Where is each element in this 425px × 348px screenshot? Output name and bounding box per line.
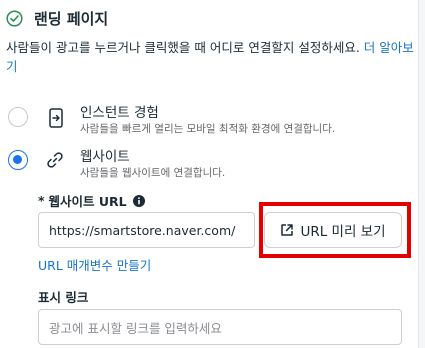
scrollbar[interactable]: [418, 0, 425, 348]
highlight-box: [259, 202, 411, 258]
option-title-instant: 인스턴트 경험: [80, 105, 159, 121]
website-url-input[interactable]: https://smartstore.naver.com/: [38, 212, 255, 248]
option-subtitle-website: 사람들을 웹사이트에 연결합니다.: [80, 167, 226, 179]
section-title: 랜딩 페이지: [34, 10, 109, 28]
description-text: 사람들이 광고를 누르거나 클릭했을 때 어디로 연결할지 설정하세요.: [6, 40, 360, 55]
info-icon[interactable]: [132, 194, 145, 207]
website-url-label: * 웹사이트 URL: [38, 191, 145, 210]
website-url-label-text: 웹사이트 URL: [48, 194, 127, 209]
display-link-input[interactable]: 광고에 표시할 링크를 입력하세요: [38, 309, 402, 345]
option-title-website: 웹사이트: [80, 149, 130, 165]
section-description: 사람들이 광고를 누르거나 클릭했을 때 어디로 연결할지 설정하세요. 더 알…: [6, 38, 416, 76]
link-icon: [47, 152, 63, 168]
radio-website[interactable]: [8, 150, 28, 170]
instant-experience-icon: [49, 108, 63, 128]
url-params-link[interactable]: URL 매개변수 만들기: [38, 255, 151, 274]
display-link-label: 표시 링크: [38, 290, 89, 305]
radio-instant-experience[interactable]: [8, 107, 28, 127]
display-link-placeholder: 광고에 표시할 링크를 입력하세요: [49, 320, 222, 336]
website-url-value: https://smartstore.naver.com/: [49, 222, 236, 238]
required-mark: *: [38, 193, 45, 208]
check-circle-icon: [6, 10, 23, 27]
option-subtitle-instant: 사람들을 빠르게 열리는 모바일 최적화 환경에 연결합니다.: [80, 123, 336, 135]
